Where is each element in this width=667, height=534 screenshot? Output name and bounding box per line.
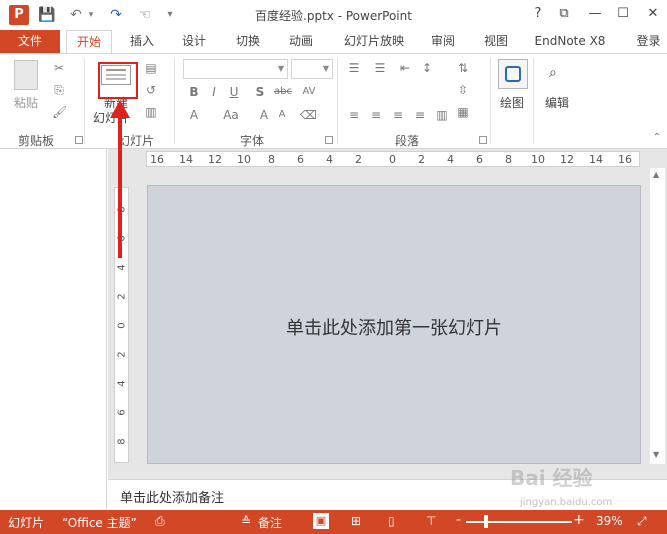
annotation-arrow	[110, 100, 130, 258]
